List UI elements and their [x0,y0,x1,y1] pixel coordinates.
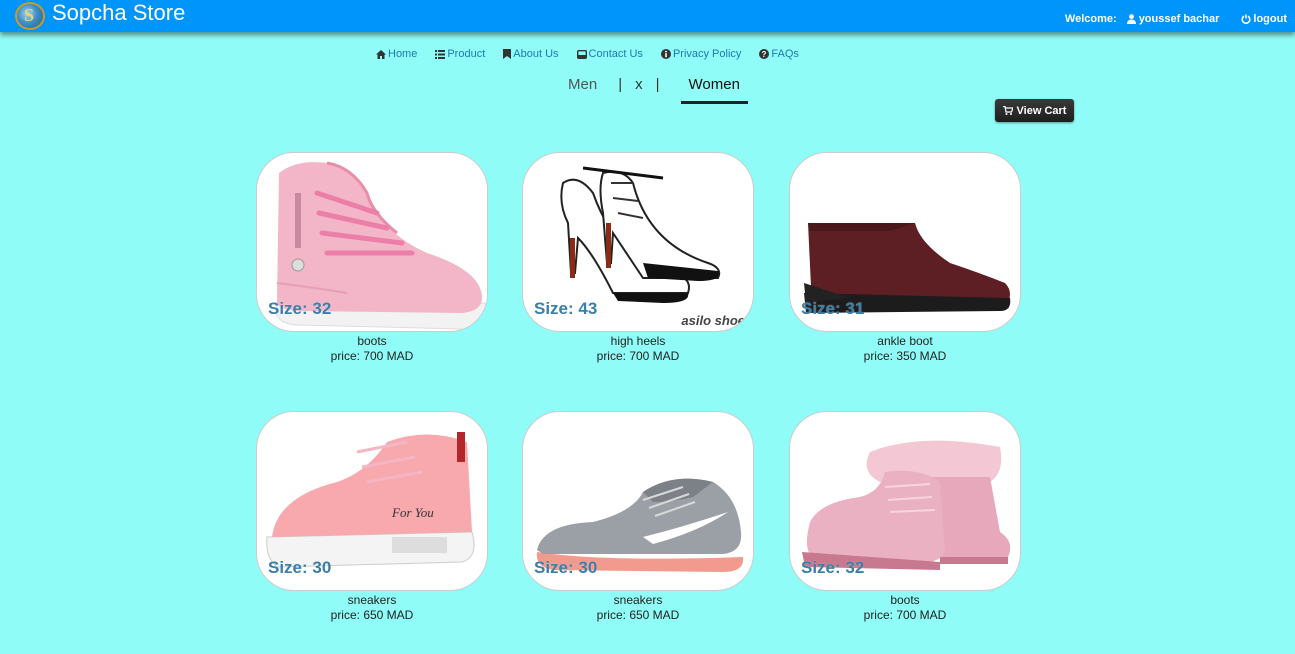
product-image[interactable]: Size: 31 [789,152,1021,332]
list-icon [435,49,446,59]
product-image[interactable]: Size: 32 [256,152,488,332]
welcome-label: Welcome: [1064,13,1117,25]
product-price: price: 350 MAD [863,349,947,363]
nav-faqs-label: FAQs [771,48,799,60]
tab-separator: | [618,76,623,93]
nav-contact-label: Contact Us [588,48,643,60]
view-cart-button[interactable]: View Cart [995,99,1074,122]
nav-home-label: Home [388,48,418,60]
nav-contact[interactable]: Contact Us [576,48,643,60]
gender-tabs: Men | x | Women [568,76,748,104]
nav-privacy[interactable]: Privacy Policy [660,48,742,60]
product-price: price: 700 MAD [330,349,414,363]
product-price: price: 700 MAD [596,349,680,363]
product-name: boots [357,334,387,348]
product-name: boots [890,593,920,607]
product-price: price: 700 MAD [863,608,947,622]
cart-icon [1002,106,1013,115]
main-nav: Home Product About Us Contact Us Privacy… [376,48,799,60]
info-icon [660,49,671,59]
power-icon [1241,14,1251,24]
bookmark-icon [503,49,512,59]
product-card[interactable]: Size: 43 asilo shoe high heels price: 70… [522,152,754,364]
tab-men[interactable]: Men [568,76,597,93]
view-cart-label: View Cart [1016,104,1067,117]
product-size: Size: 43 [534,299,598,318]
tab-x[interactable]: x [635,76,643,93]
nav-about-label: About Us [513,48,559,60]
logout-label: logout [1253,13,1287,25]
brand-name: Sopcha Store [52,0,186,25]
home-icon [376,49,386,59]
product-name: sneakers [347,593,397,607]
product-name: sneakers [613,593,663,607]
tab-separator: | [655,76,660,93]
svg-text:?: ? [762,50,767,59]
product-size: Size: 30 [268,558,332,577]
logout-link[interactable]: logout [1241,13,1287,25]
store-logo-icon [15,2,45,30]
product-card[interactable]: Size: 32 boots price: 700 MAD [256,152,488,364]
user-icon [1126,14,1136,24]
top-navbar: Sopcha Store Welcome: youssef bachar log… [0,0,1295,32]
product-image[interactable]: Size: 43 asilo shoe [522,152,754,332]
nav-product[interactable]: Product [435,48,485,60]
product-card[interactable]: Size: 32 boots price: 700 MAD [789,411,1021,623]
tab-women[interactable]: Women [680,76,748,104]
user-link[interactable]: youssef bachar [1126,13,1220,25]
product-size: Size: 30 [534,558,598,577]
product-card[interactable]: Size: 30 sneakers price: 650 MAD [522,411,754,623]
nav-privacy-label: Privacy Policy [672,48,742,60]
svg-text:For You: For You [391,505,434,520]
brand[interactable]: Sopcha Store [15,0,185,32]
user-box: Welcome: youssef bachar logout [1065,13,1287,25]
image-watermark: asilo shoe [681,313,745,328]
inbox-icon [576,49,587,59]
nav-home[interactable]: Home [376,48,417,60]
product-name: high heels [610,334,666,348]
product-size: Size: 31 [801,299,865,318]
product-price: price: 650 MAD [596,608,680,622]
nav-about[interactable]: About Us [503,48,559,60]
product-price: price: 650 MAD [330,608,414,622]
nav-product-label: Product [447,48,486,60]
nav-faqs[interactable]: ? FAQs [759,48,799,60]
question-icon: ? [759,49,770,59]
product-image[interactable]: Size: 32 [789,411,1021,591]
user-name: youssef bachar [1138,13,1220,25]
product-name: ankle boot [877,334,933,348]
product-size: Size: 32 [801,558,865,577]
product-image[interactable]: Size: 30 [522,411,754,591]
product-size: Size: 32 [268,299,332,318]
product-card[interactable]: For You Size: 30 sneakers price: 650 MAD [256,411,488,623]
product-image[interactable]: For You Size: 30 [256,411,488,591]
product-card[interactable]: Size: 31 ankle boot price: 350 MAD [789,152,1021,364]
